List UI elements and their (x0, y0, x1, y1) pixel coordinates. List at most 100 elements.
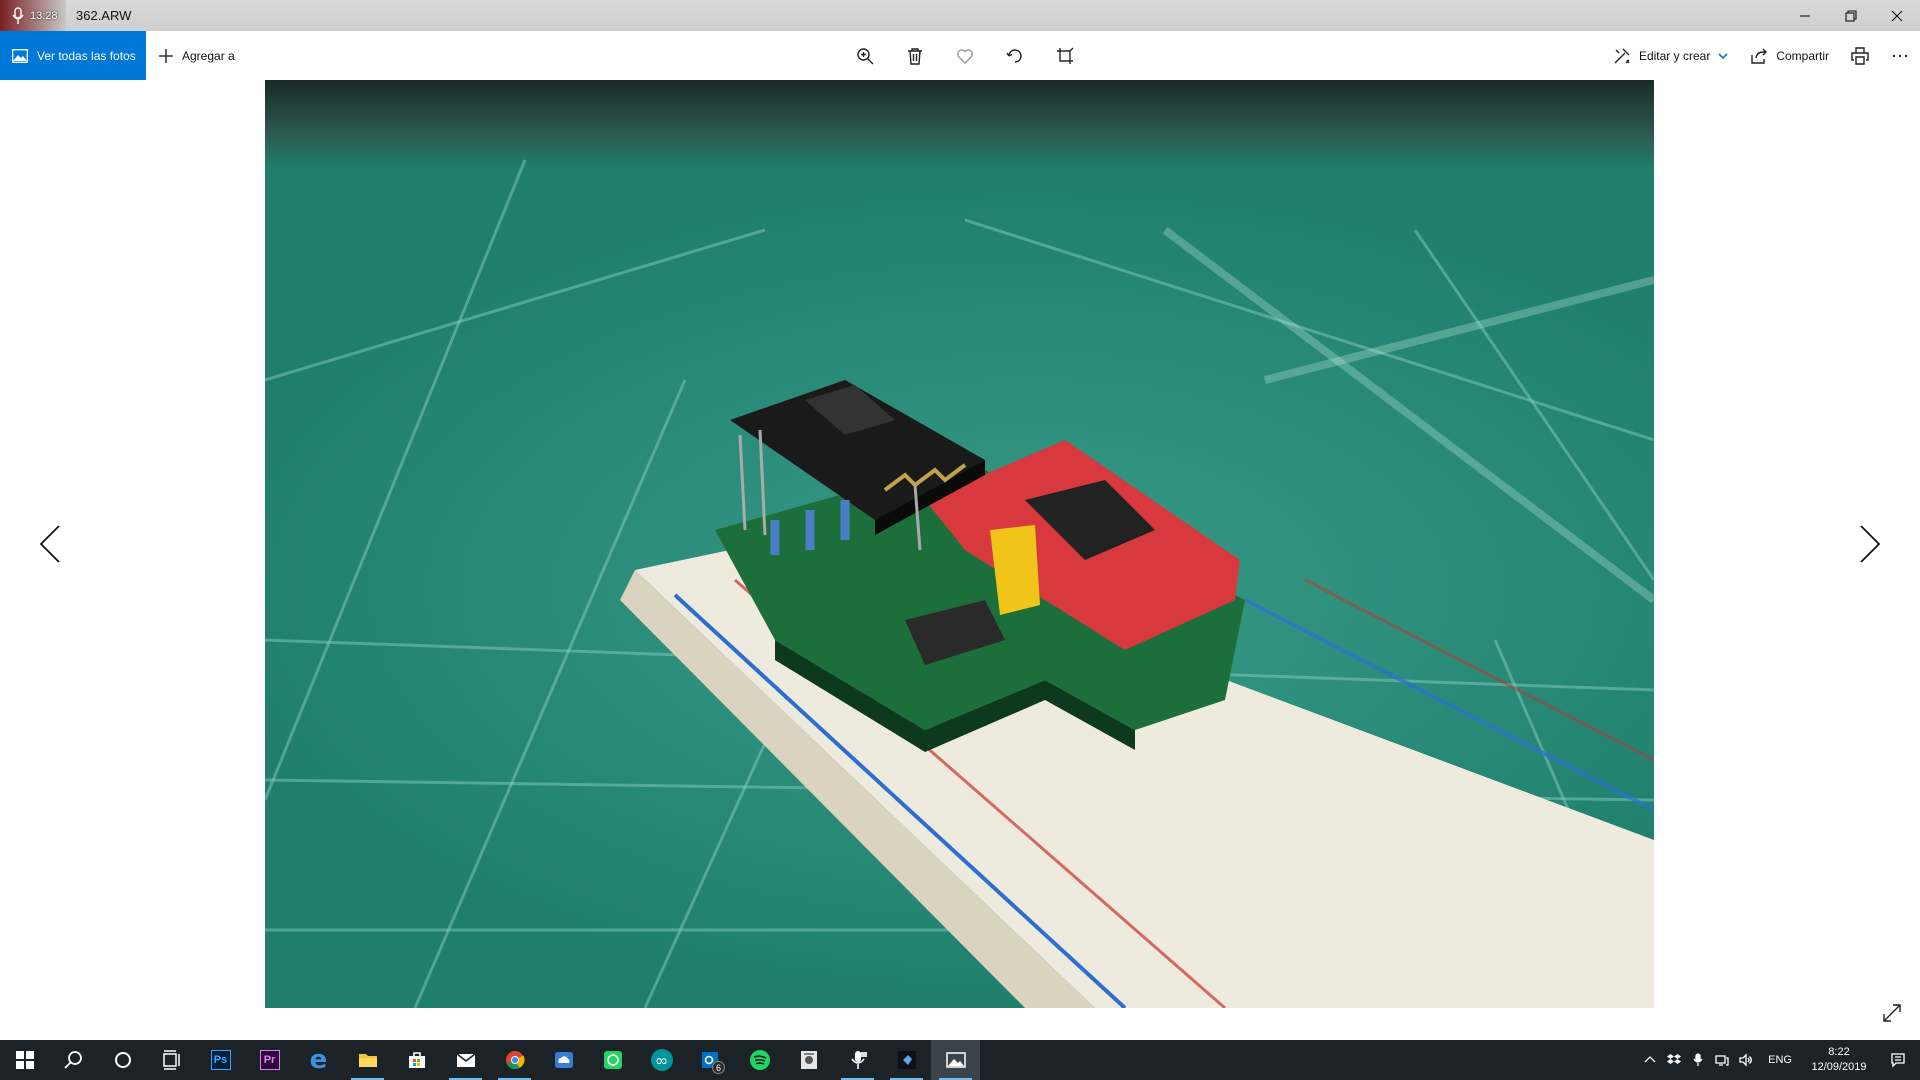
task-view-icon (162, 1050, 180, 1070)
taskbar-app-store[interactable] (392, 1040, 441, 1080)
taskbar-app-outlook[interactable]: 6 (686, 1040, 735, 1080)
command-bar: Ver todas las fotos Agregar a Editar y c… (0, 31, 1920, 80)
document-app-icon (800, 1051, 817, 1069)
search-icon (63, 1051, 82, 1069)
photoshop-icon: Ps (210, 1050, 231, 1070)
recording-indicator[interactable]: 13:28 (0, 0, 66, 31)
volume-icon (1739, 1053, 1753, 1067)
taskbar-app-voice-recorder[interactable] (833, 1040, 882, 1080)
dev-app-icon (897, 1051, 916, 1069)
taskbar-app-whatsapp[interactable] (588, 1040, 637, 1080)
share-icon (1751, 48, 1768, 64)
clock-time: 8:22 (1828, 1046, 1850, 1058)
chrome-icon (505, 1051, 525, 1070)
taskbar-app-arduino[interactable]: ∞ (637, 1040, 686, 1080)
voice-recorder-icon (850, 1051, 867, 1069)
taskbar-app-chrome[interactable] (490, 1040, 539, 1080)
taskbar-app-dev[interactable] (882, 1040, 931, 1080)
start-button[interactable] (0, 1040, 49, 1080)
input-language-indicator[interactable]: ENG (1758, 1054, 1802, 1066)
edit-create-icon (1614, 48, 1630, 63)
taskbar-app-photos[interactable] (931, 1040, 980, 1080)
taskbar-app-document[interactable] (784, 1040, 833, 1080)
file-explorer-icon (358, 1054, 377, 1067)
taskbar-app-cloud[interactable] (539, 1040, 588, 1080)
crop-icon (1057, 47, 1074, 64)
clock-button[interactable]: 8:22 12/09/2019 (1802, 1045, 1876, 1075)
more-options-button[interactable] (1880, 31, 1920, 80)
microphone-icon (12, 6, 24, 24)
chevron-left-icon (39, 525, 60, 563)
add-to-label: Agregar a (182, 48, 235, 63)
photo-canvas[interactable] (265, 80, 1654, 1008)
taskbar-app-mail[interactable] (441, 1040, 490, 1080)
print-button[interactable] (1840, 31, 1880, 80)
share-button[interactable]: Compartir (1739, 31, 1840, 80)
cortana-button[interactable] (98, 1040, 147, 1080)
store-icon (408, 1052, 425, 1068)
add-to-button[interactable]: Agregar a (158, 31, 235, 80)
next-photo-button[interactable] (1850, 520, 1890, 568)
taskbar-app-premiere[interactable]: Pr (245, 1040, 294, 1080)
mail-icon (456, 1053, 475, 1067)
dropbox-tray-button[interactable] (1662, 1040, 1686, 1080)
whatsapp-icon (603, 1051, 622, 1069)
edit-create-button[interactable]: Editar y crear (1602, 31, 1739, 80)
previous-photo-button[interactable] (30, 520, 70, 568)
view-all-photos-button[interactable]: Ver todas las fotos (0, 31, 146, 80)
recording-time: 13:28 (30, 9, 58, 22)
plus-icon (159, 48, 173, 63)
fullscreen-button[interactable] (1882, 1003, 1906, 1027)
premiere-icon: Pr (259, 1050, 280, 1070)
image-tools (840, 31, 1090, 80)
edge-icon: e (309, 1045, 328, 1075)
print-icon (1851, 46, 1869, 65)
cloud-app-icon (554, 1052, 573, 1068)
dropbox-icon (1667, 1054, 1682, 1064)
chevron-right-icon (1860, 525, 1881, 563)
delete-button[interactable] (890, 31, 940, 80)
photos-icon (945, 1052, 966, 1068)
network-tray-button[interactable] (1710, 1040, 1734, 1080)
clock-date: 12/09/2019 (1811, 1061, 1867, 1073)
favorite-icon (956, 48, 974, 64)
notification-icon (1891, 1053, 1905, 1068)
zoom-in-icon (857, 47, 874, 64)
share-label: Compartir (1776, 48, 1829, 63)
show-hidden-icons-button[interactable] (1638, 1040, 1662, 1080)
view-all-photos-label: Ver todas las fotos (37, 48, 136, 63)
close-icon (1891, 10, 1903, 21)
rotate-icon (1006, 48, 1022, 63)
system-tray: ENG 8:22 12/09/2019 (1638, 1040, 1920, 1080)
zoom-button[interactable] (840, 31, 890, 80)
taskbar-app-file-explorer[interactable] (343, 1040, 392, 1080)
right-tools: Editar y crear Compartir (1602, 31, 1920, 80)
favorite-button[interactable] (940, 31, 990, 80)
rotate-button[interactable] (990, 31, 1040, 80)
photo-content (265, 159, 1654, 1008)
task-view-button[interactable] (147, 1040, 196, 1080)
start-icon (15, 1051, 34, 1069)
outlook-unread-badge: 6 (712, 1061, 725, 1074)
taskbar-app-photoshop[interactable]: Ps (196, 1040, 245, 1080)
expand-icon (1883, 1004, 1901, 1022)
chevron-down-icon (1718, 52, 1728, 59)
taskbar: Ps Pr e ∞ 6 ENG 8:22 12/09/2019 (0, 1040, 1920, 1080)
taskbar-search-button[interactable] (49, 1040, 98, 1080)
action-center-button[interactable] (1876, 1040, 1920, 1080)
microphone-tray-button[interactable] (1686, 1040, 1710, 1080)
more-options-icon (1892, 54, 1908, 57)
volume-tray-button[interactable] (1734, 1040, 1758, 1080)
microphone-icon (1693, 1053, 1703, 1066)
restore-button[interactable] (1828, 0, 1874, 31)
taskbar-app-edge[interactable]: e (294, 1040, 343, 1080)
restore-icon (1845, 9, 1857, 22)
chevron-up-icon (1644, 1056, 1656, 1063)
close-button[interactable] (1874, 0, 1920, 31)
crop-button[interactable] (1040, 31, 1090, 80)
taskbar-app-spotify[interactable] (735, 1040, 784, 1080)
photos-gallery-icon (12, 48, 28, 63)
delete-icon (908, 47, 922, 65)
window-controls (1782, 0, 1920, 31)
minimize-button[interactable] (1782, 0, 1828, 31)
